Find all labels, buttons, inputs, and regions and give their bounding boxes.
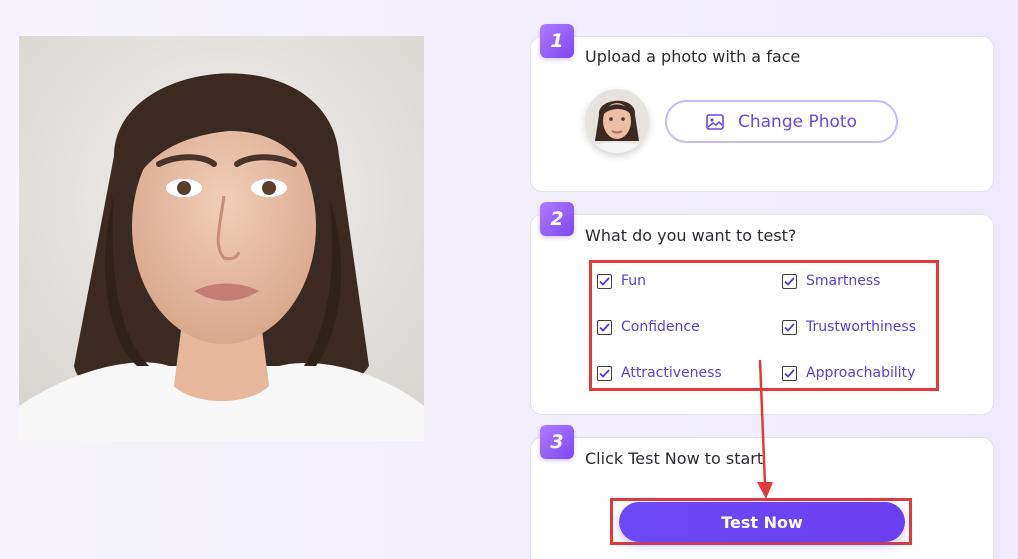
option-approachability[interactable]: Approachability: [782, 365, 915, 381]
checkbox-checked-icon[interactable]: [782, 319, 797, 335]
step-badge-2: 2: [540, 202, 574, 236]
step-badge-1: 1: [540, 24, 574, 58]
checkbox-checked-icon[interactable]: [782, 365, 797, 381]
option-confidence[interactable]: Confidence: [597, 319, 700, 335]
avatar-thumbnail: [585, 89, 649, 153]
option-label: Approachability: [806, 365, 916, 381]
change-photo-label: Change Photo: [738, 111, 857, 132]
option-fun[interactable]: Fun: [597, 273, 646, 289]
option-smartness[interactable]: Smartness: [782, 273, 880, 289]
checkbox-checked-icon[interactable]: [782, 273, 797, 289]
uploaded-photo: [19, 36, 424, 441]
checkbox-checked-icon[interactable]: [597, 365, 612, 381]
option-label: Attractiveness: [621, 365, 722, 381]
option-trustworthiness[interactable]: Trustworthiness: [782, 319, 916, 335]
option-attractiveness[interactable]: Attractiveness: [597, 365, 722, 381]
step-badge-3: 3: [540, 425, 574, 459]
option-label: Smartness: [806, 273, 881, 289]
option-label: Trustworthiness: [806, 319, 917, 335]
checkbox-checked-icon[interactable]: [597, 273, 612, 289]
image-icon: [706, 113, 724, 130]
change-photo-button[interactable]: Change Photo: [665, 100, 898, 143]
checkbox-checked-icon[interactable]: [597, 319, 612, 335]
test-options-title: What do you want to test?: [585, 226, 797, 245]
start-card-title: Click Test Now to start: [585, 449, 764, 468]
upload-card-title: Upload a photo with a face: [585, 47, 801, 66]
option-label: Confidence: [621, 319, 700, 335]
test-now-button[interactable]: Test Now: [619, 502, 905, 542]
option-label: Fun: [621, 273, 647, 289]
